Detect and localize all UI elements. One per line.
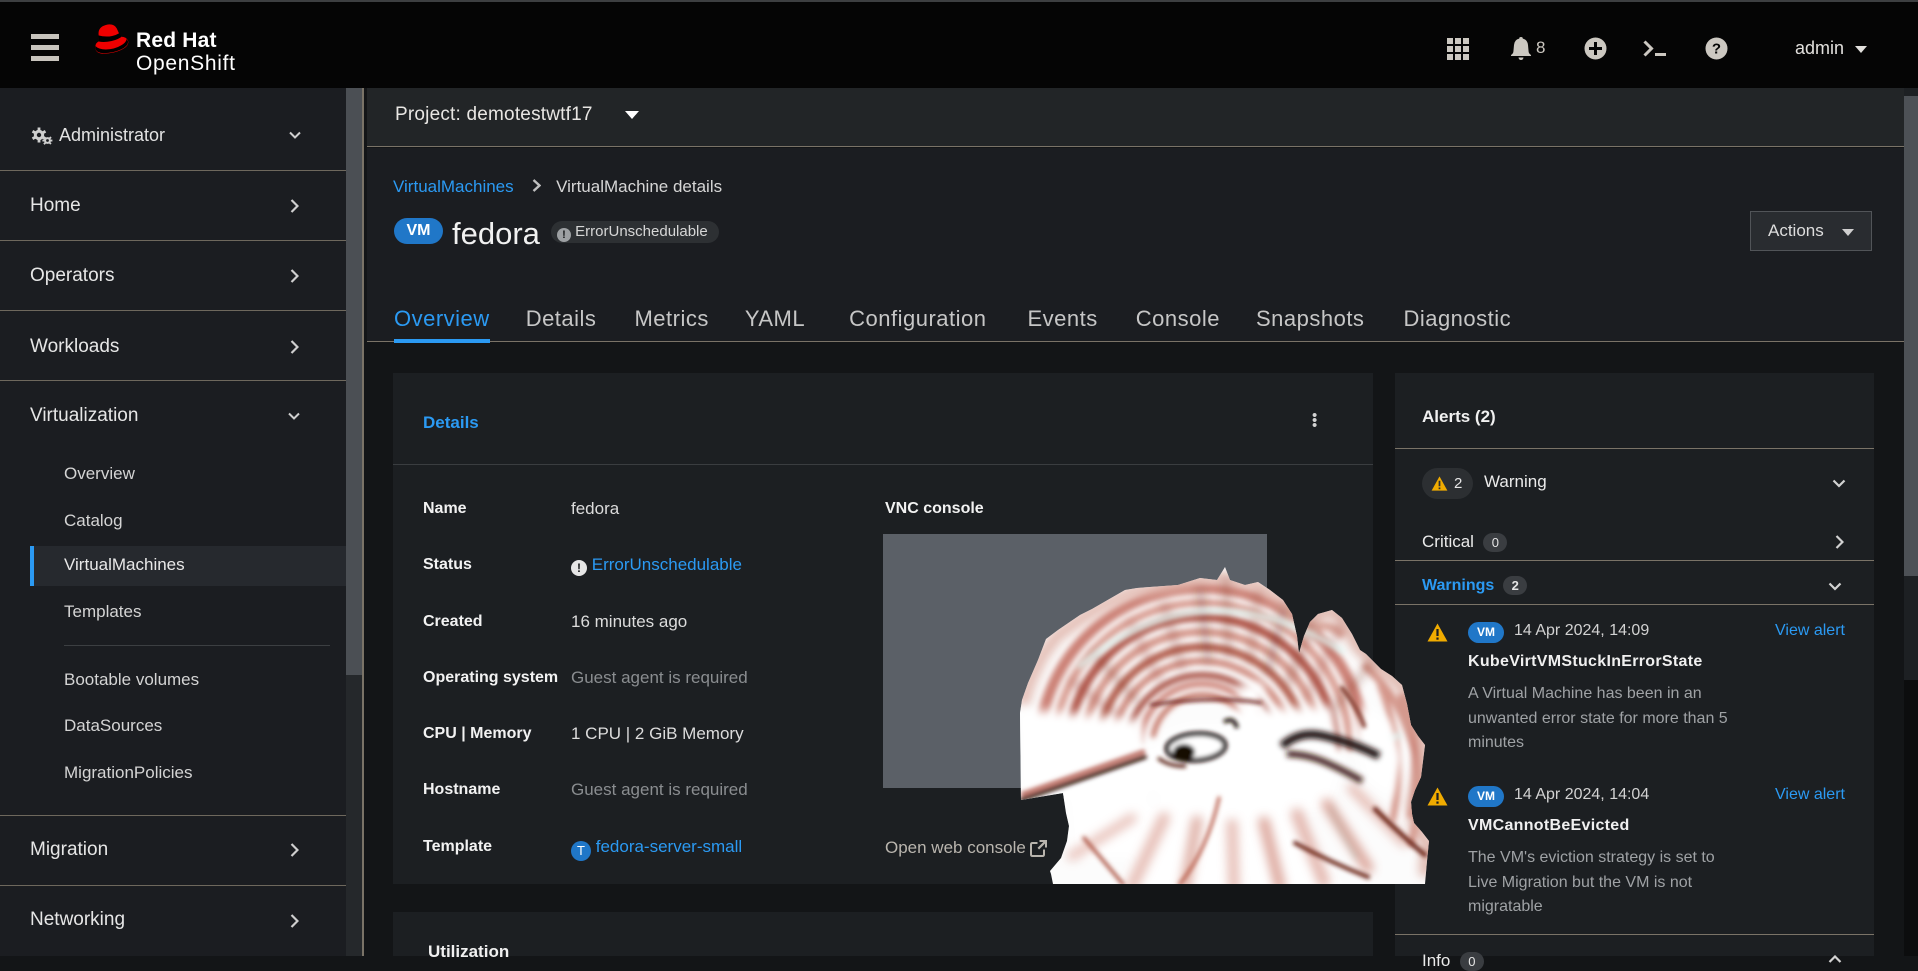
svg-text:?: ? bbox=[1712, 41, 1721, 58]
